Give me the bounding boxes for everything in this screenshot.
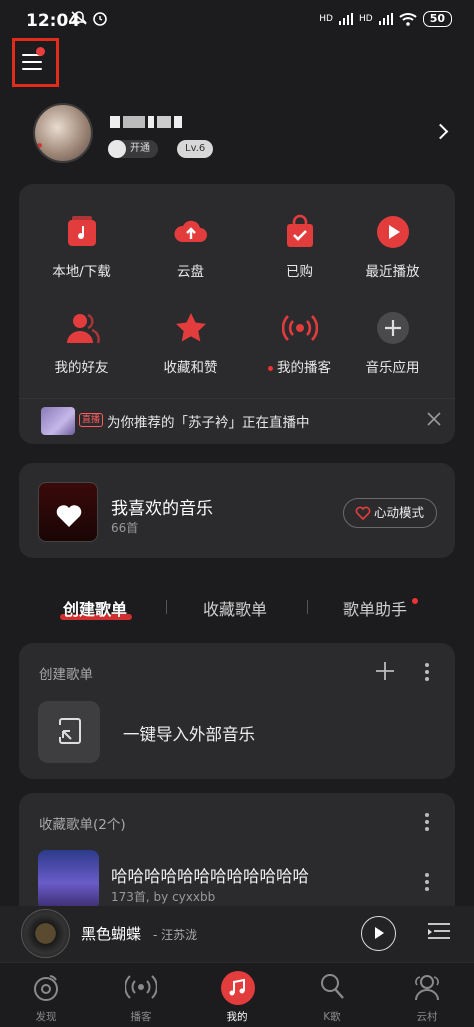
nav-label: 播客 [130, 1011, 152, 1023]
tab-divider [166, 600, 167, 614]
nav-label: 云村 [416, 1011, 438, 1023]
playlist-more-icon[interactable] [425, 873, 429, 894]
notification-icons [71, 11, 107, 26]
playlist-cover[interactable] [38, 850, 99, 910]
menu-line [22, 61, 42, 63]
nav-karaoke[interactable]: K歌 [302, 971, 362, 1024]
quick-item-cloud[interactable]: 云盘 [136, 214, 245, 280]
import-music-label[interactable]: 一键导入外部音乐 [123, 721, 255, 745]
quick-item-label: 本地/下载 [52, 264, 111, 280]
playlist-icon[interactable] [426, 920, 452, 946]
collected-section-header: 收藏歌单(2个) [39, 817, 126, 833]
mini-player[interactable]: 黑色蝴蝶 - 汪苏泷 [0, 906, 474, 962]
quick-access-card: 本地/下载 云盘 已购 最近播放 我的好友 收藏和赞 我的播客 音乐应用 直播 … [19, 184, 455, 444]
quick-item-favorites[interactable]: 收藏和赞 [136, 310, 245, 376]
heart-outline-icon [355, 506, 371, 520]
live-tag: 直播 [79, 413, 104, 427]
close-icon[interactable] [427, 412, 441, 426]
song-title: 黑色蝴蝶 [81, 925, 142, 943]
quick-item-label: 音乐应用 [365, 360, 420, 376]
playlist-title[interactable]: 哈哈哈哈哈哈哈哈哈哈哈哈 [111, 863, 309, 887]
tab-playlist-helper[interactable]: 歌单助手 [343, 596, 407, 620]
shopping-bag-icon [282, 214, 318, 250]
tab-created-playlists[interactable]: 创建歌单 [63, 596, 127, 620]
quick-item-recent[interactable]: 最近播放 [338, 214, 447, 280]
play-button[interactable] [361, 916, 396, 951]
signal-icon [338, 13, 353, 25]
bottom-nav: 发现 播客 我的 K歌 云村 [0, 962, 474, 1027]
avatar-image-detail: ● [37, 142, 43, 149]
liked-music-title: 我喜欢的音乐 [111, 499, 213, 519]
music-file-icon [64, 214, 100, 250]
signal-icon-2 [378, 13, 393, 25]
nav-community[interactable]: 云村 [397, 971, 457, 1024]
status-right: HD HD 50 [319, 11, 452, 27]
song-artist: - 汪苏泷 [153, 928, 198, 942]
podcast-icon [281, 310, 318, 346]
created-section-header: 创建歌单 [39, 667, 93, 683]
signal-tag-2: HD [358, 14, 373, 24]
battery-indicator: 50 [422, 11, 452, 27]
quick-item-label: 最近播放 [365, 264, 420, 280]
status-icons [70, 9, 110, 31]
tab-divider [307, 600, 308, 614]
play-icon [375, 927, 384, 939]
friends-icon [64, 310, 100, 346]
import-icon [59, 718, 81, 744]
quick-item-label-text: 我的播客 [277, 360, 331, 376]
wifi-icon [399, 13, 417, 26]
nav-my-music[interactable]: 我的 [207, 971, 267, 1024]
vip-icon [108, 140, 126, 158]
podcast-icon [124, 971, 158, 1003]
live-thumbnail [41, 407, 75, 435]
collected-playlists-card: 收藏歌单(2个) 哈哈哈哈哈哈哈哈哈哈哈哈 173首, by cyxxbb [19, 793, 455, 923]
nav-label: K歌 [323, 1011, 341, 1023]
signal-tag-1: HD [319, 14, 333, 24]
nav-label: 发现 [35, 1011, 57, 1023]
quick-item-label: 我的好友 [54, 360, 109, 376]
heart-mode-label: 心动模式 [373, 505, 424, 520]
liked-music-count: 66首 [111, 521, 139, 535]
nav-label: 我的 [226, 1011, 248, 1023]
username-redacted [110, 116, 200, 134]
star-icon [173, 310, 209, 346]
notification-dot [36, 47, 45, 56]
my-music-icon [221, 971, 255, 1005]
more-options-icon[interactable] [425, 813, 429, 834]
avatar[interactable]: ● [33, 103, 93, 163]
chevron-right-icon[interactable] [432, 123, 449, 140]
play-circle-icon [375, 214, 411, 250]
tab-collected-playlists[interactable]: 收藏歌单 [203, 596, 267, 620]
karaoke-mic-icon [316, 971, 348, 1003]
plus-circle-icon [375, 310, 411, 346]
heart-mode-button[interactable]: 心动模式 [342, 498, 437, 528]
quick-item-label: 收藏和赞 [163, 360, 218, 376]
heart-icon [56, 505, 82, 527]
cloud-upload-icon [173, 214, 209, 250]
menu-button[interactable] [12, 38, 59, 87]
quick-item-label: 云盘 [177, 264, 204, 280]
import-music-button[interactable] [38, 701, 100, 763]
add-playlist-icon[interactable] [375, 661, 395, 681]
album-disc[interactable] [21, 909, 70, 958]
live-banner[interactable]: 直播 为你推荐的「苏子衿」正在直播中 [19, 398, 455, 440]
discover-icon [30, 971, 62, 1003]
menu-line [22, 68, 42, 70]
live-banner-text: 为你推荐的「苏子衿」正在直播中 [107, 415, 310, 431]
liked-music-cover [38, 482, 98, 542]
nav-podcast[interactable]: 播客 [111, 971, 171, 1024]
liked-music-card[interactable]: 我喜欢的音乐 66首 心动模式 [19, 463, 455, 558]
created-playlists-card: 创建歌单 一键导入外部音乐 [19, 643, 455, 779]
notification-dot [412, 598, 418, 604]
more-options-icon[interactable] [425, 663, 429, 684]
quick-item-apps[interactable]: 音乐应用 [338, 310, 447, 376]
nav-discover[interactable]: 发现 [16, 971, 76, 1024]
quick-item-local[interactable]: 本地/下载 [27, 214, 136, 280]
level-badge[interactable]: Lv.6 [177, 140, 214, 158]
playlist-meta: 173首, by cyxxbb [111, 890, 216, 904]
notification-dot [268, 365, 273, 371]
quick-item-friends[interactable]: 我的好友 [27, 310, 136, 376]
community-icon [411, 971, 443, 1003]
